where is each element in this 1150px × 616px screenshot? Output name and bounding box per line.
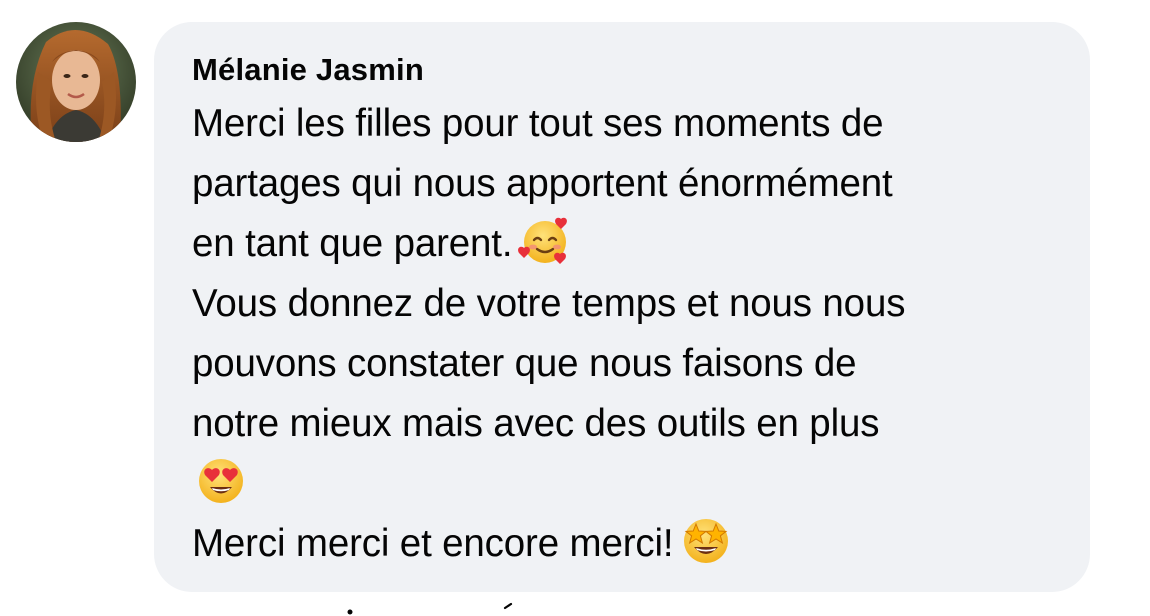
comment-line: Merci les filles pour tout ses moments d… xyxy=(192,94,1056,154)
avatar-photo xyxy=(16,22,136,142)
comment-line: partages qui nous apportent énormément xyxy=(192,154,1056,214)
comment-line: Vous donnez de votre temps et nous nous xyxy=(192,274,1056,334)
heart-eyes-icon xyxy=(194,454,248,508)
comment-text: pouvons constater que nous faisons de xyxy=(192,342,857,385)
comment-text: notre mieux mais avec des outils en plus xyxy=(192,402,880,445)
comment-bubble: Mélanie Jasmin Merci les filles pour tou… xyxy=(154,22,1090,592)
comment-author[interactable]: Mélanie Jasmin xyxy=(192,50,1056,94)
comment-line: Merci merci et encore merci! xyxy=(192,514,1056,574)
next-comment-cutoff xyxy=(330,602,530,616)
comment-text: partages qui nous apportent énormément xyxy=(192,162,893,205)
star-struck-icon xyxy=(679,514,733,568)
smiling-face-with-hearts-icon xyxy=(518,214,572,268)
comment-line: en tant que parent. xyxy=(192,214,1056,274)
comment-text: Vous donnez de votre temps et nous nous xyxy=(192,282,906,325)
comment-body: Merci les filles pour tout ses moments d… xyxy=(192,94,1056,574)
comment-line xyxy=(192,454,1056,514)
comment-line: pouvons constater que nous faisons de xyxy=(192,334,1056,394)
comment-text: en tant que parent. xyxy=(192,222,513,265)
comment-text: Merci merci et encore merci! xyxy=(192,522,674,565)
comment-text: Merci les filles pour tout ses moments d… xyxy=(192,102,884,145)
avatar[interactable] xyxy=(16,22,136,142)
comment-thread: Mélanie Jasmin Merci les filles pour tou… xyxy=(0,0,1150,616)
comment-line: notre mieux mais avec des outils en plus xyxy=(192,394,1056,454)
